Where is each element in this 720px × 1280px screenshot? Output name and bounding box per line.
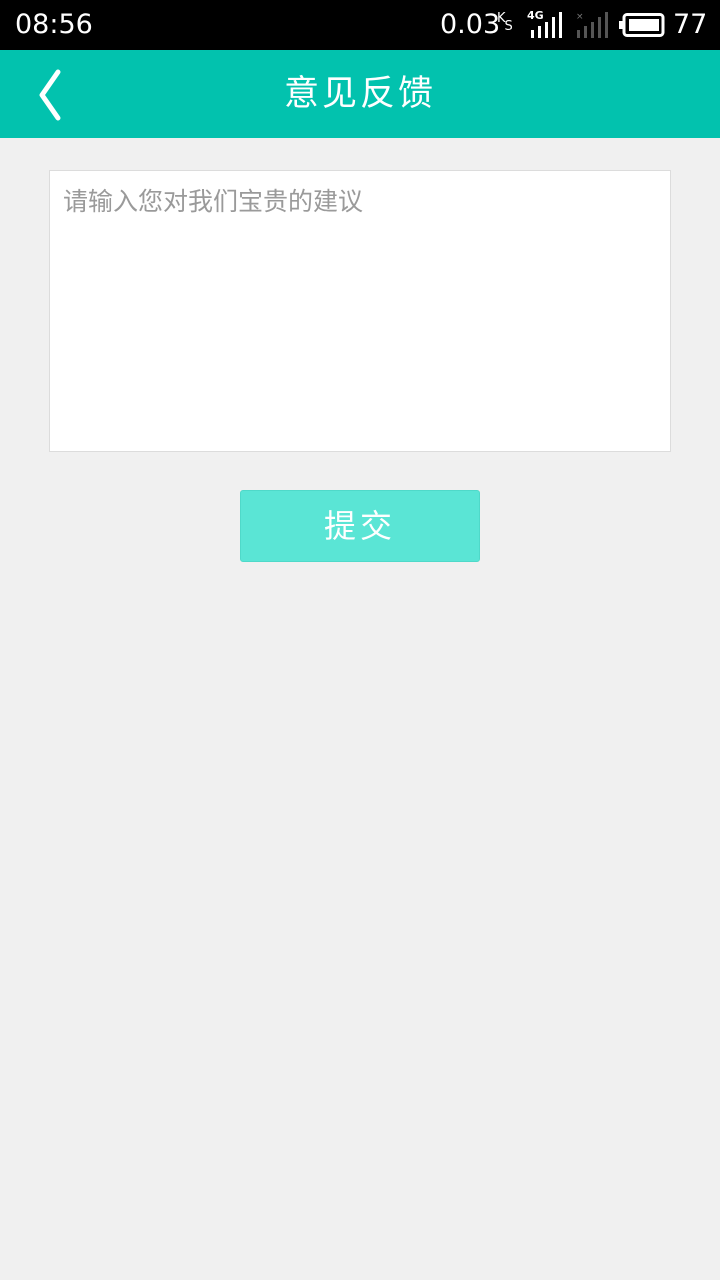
battery-icon — [619, 13, 665, 37]
submit-button[interactable]: 提交 — [240, 490, 480, 562]
chevron-left-icon — [39, 69, 61, 121]
signal-icon — [531, 12, 562, 38]
page-title: 意见反馈 — [283, 74, 436, 114]
signal-no-sim-icon: × — [576, 12, 608, 38]
feedback-box — [49, 170, 671, 452]
feedback-input[interactable] — [50, 171, 670, 451]
speed-unit-bottom: S — [504, 19, 513, 34]
status-bar: 08:56 0.03 KS 4G × 77 — [0, 0, 720, 50]
app-bar: 意见反馈 — [0, 50, 720, 138]
battery-level: 77 — [673, 9, 708, 40]
status-time: 08:56 — [15, 9, 93, 40]
speed-unit-top: K — [497, 11, 505, 26]
network-speed-unit: KS — [497, 11, 513, 34]
back-button[interactable] — [22, 64, 82, 124]
network-speed: 0.03 — [440, 9, 501, 40]
svg-text:×: × — [576, 12, 584, 22]
